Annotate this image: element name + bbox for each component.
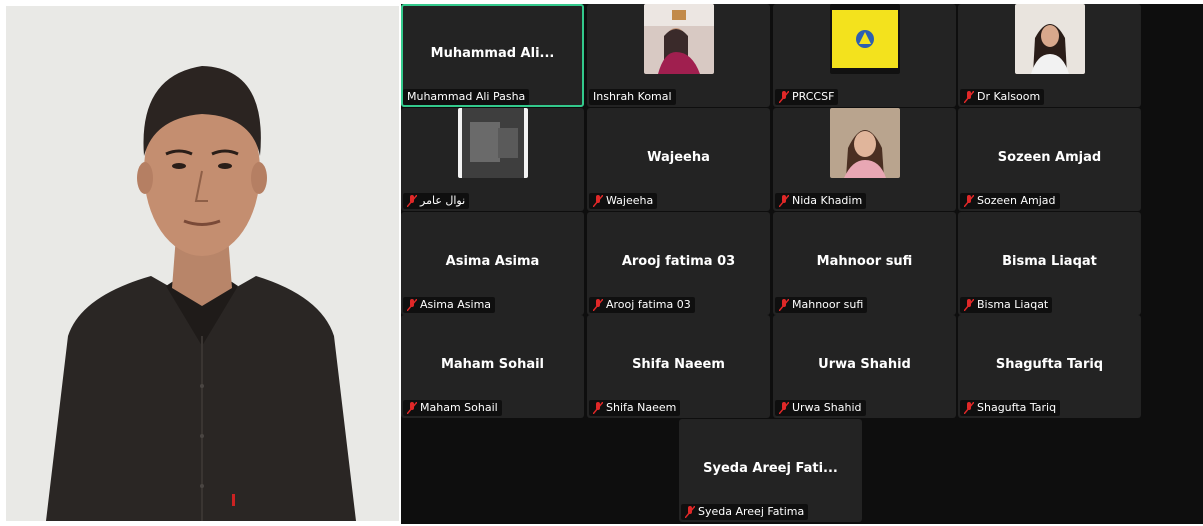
video-thumbnail [457, 108, 528, 178]
participant-name: Mahnoor sufi [816, 254, 913, 269]
muted-mic-icon [684, 505, 696, 519]
participant-tile[interactable]: نوال عامر [401, 108, 584, 211]
participant-label-text: Nida Khadim [792, 194, 863, 207]
participant-tile[interactable]: Dr Kalsoom [958, 4, 1141, 107]
participant-video [829, 108, 900, 178]
muted-mic-icon [778, 298, 790, 312]
muted-mic-icon [406, 298, 418, 312]
muted-mic-icon [406, 401, 418, 415]
participant-tile[interactable]: Bisma Liaqat Bisma Liaqat [958, 212, 1141, 315]
participant-name: Asima Asima [445, 254, 540, 269]
muted-mic-icon [963, 90, 975, 104]
muted-mic-icon [963, 194, 975, 208]
speaker-photo [6, 6, 399, 521]
participant-tile[interactable]: Arooj fatima 03 Arooj fatima 03 [587, 212, 770, 315]
participant-tile[interactable]: PRCCSF [773, 4, 956, 107]
participant-name: Wajeeha [647, 150, 710, 165]
participant-label-text: Muhammad Ali Pasha [407, 90, 526, 103]
participant-label: Mahnoor sufi [775, 297, 868, 313]
participant-video [1014, 4, 1085, 74]
participant-label-text: Shifa Naeem [606, 401, 677, 414]
participant-label: Bisma Liaqat [960, 297, 1053, 313]
muted-mic-icon [592, 298, 604, 312]
participant-label: Sozeen Amjad [960, 193, 1060, 209]
participant-video [457, 108, 528, 178]
participant-label: Nida Khadim [775, 193, 867, 209]
prccsf-logo-thumbnail [829, 4, 900, 74]
participant-label: Inshrah Komal [589, 89, 676, 105]
participant-label-text: Asima Asima [420, 298, 492, 311]
participant-tile[interactable]: Wajeeha Wajeeha [587, 108, 770, 211]
participant-label-text: Wajeeha [606, 194, 654, 207]
participant-tile[interactable]: Maham Sohail Maham Sohail [401, 315, 584, 418]
participant-label-text: Sozeen Amjad [977, 194, 1056, 207]
muted-mic-icon [592, 401, 604, 415]
participant-gallery: Muhammad Ali... Muhammad Ali Pasha Inshr… [401, 4, 1203, 524]
participant-label: Urwa Shahid [775, 400, 866, 416]
participant-label: Dr Kalsoom [960, 89, 1045, 105]
video-thumbnail [1014, 4, 1085, 74]
participant-name: Shifa Naeem [632, 357, 725, 372]
participant-tile[interactable]: Inshrah Komal [587, 4, 770, 107]
participant-label-text: Mahnoor sufi [792, 298, 864, 311]
participant-name: Syeda Areej Fati... [703, 461, 838, 476]
participant-label-text: Urwa Shahid [792, 401, 862, 414]
muted-mic-icon [963, 298, 975, 312]
participant-tile[interactable]: Nida Khadim [773, 108, 956, 211]
participant-label: Syeda Areej Fatima [681, 504, 809, 520]
participant-name: Arooj fatima 03 [621, 254, 736, 269]
participant-name: Sozeen Amjad [997, 150, 1102, 165]
participant-label-text: Syeda Areej Fatima [698, 505, 805, 518]
muted-mic-icon [963, 401, 975, 415]
participant-tile[interactable]: Shifa Naeem Shifa Naeem [587, 315, 770, 418]
muted-mic-icon [778, 90, 790, 104]
participant-label-text: PRCCSF [792, 90, 835, 103]
participant-name: Urwa Shahid [818, 357, 911, 372]
participant-label: Shifa Naeem [589, 400, 681, 416]
participant-label: PRCCSF [775, 89, 839, 105]
muted-mic-icon [778, 401, 790, 415]
participant-tile[interactable]: Asima Asima Asima Asima [401, 212, 584, 315]
participant-tile[interactable]: Muhammad Ali... Muhammad Ali Pasha [401, 4, 584, 107]
participant-label-text: Dr Kalsoom [977, 90, 1041, 103]
participant-label-text: Maham Sohail [420, 401, 498, 414]
participant-label: Maham Sohail [403, 400, 502, 416]
participant-tile[interactable]: Syeda Areej Fati... Syeda Areej Fatima [679, 419, 862, 522]
participant-label-text: Bisma Liaqat [977, 298, 1049, 311]
participant-video [829, 4, 900, 74]
participant-label: Wajeeha [589, 193, 658, 209]
participant-name: Maham Sohail [440, 357, 545, 372]
participant-name: Muhammad Ali... [430, 46, 555, 61]
participant-label: نوال عامر [403, 193, 470, 209]
participant-tile[interactable]: Mahnoor sufi Mahnoor sufi [773, 212, 956, 315]
video-thumbnail [643, 4, 714, 74]
video-thumbnail [829, 108, 900, 178]
participant-label: Arooj fatima 03 [589, 297, 695, 313]
speaker-portrait-image [6, 6, 399, 521]
participant-tile[interactable]: Shagufta Tariq Shagufta Tariq [958, 315, 1141, 418]
participant-name: Shagufta Tariq [995, 357, 1104, 372]
participant-tile[interactable]: Sozeen Amjad Sozeen Amjad [958, 108, 1141, 211]
participant-label: Muhammad Ali Pasha [403, 89, 530, 105]
participant-label: Asima Asima [403, 297, 496, 313]
participant-label-text: Shagufta Tariq [977, 401, 1057, 414]
participant-label-text: Arooj fatima 03 [606, 298, 691, 311]
participant-label: Shagufta Tariq [960, 400, 1061, 416]
muted-mic-icon [778, 194, 790, 208]
participant-video [643, 4, 714, 74]
participant-label-text: Inshrah Komal [593, 90, 672, 103]
participant-tile[interactable]: Urwa Shahid Urwa Shahid [773, 315, 956, 418]
participant-label-text: نوال عامر [420, 194, 466, 207]
muted-mic-icon [592, 194, 604, 208]
participant-name: Bisma Liaqat [1002, 254, 1097, 269]
muted-mic-icon [406, 194, 418, 208]
